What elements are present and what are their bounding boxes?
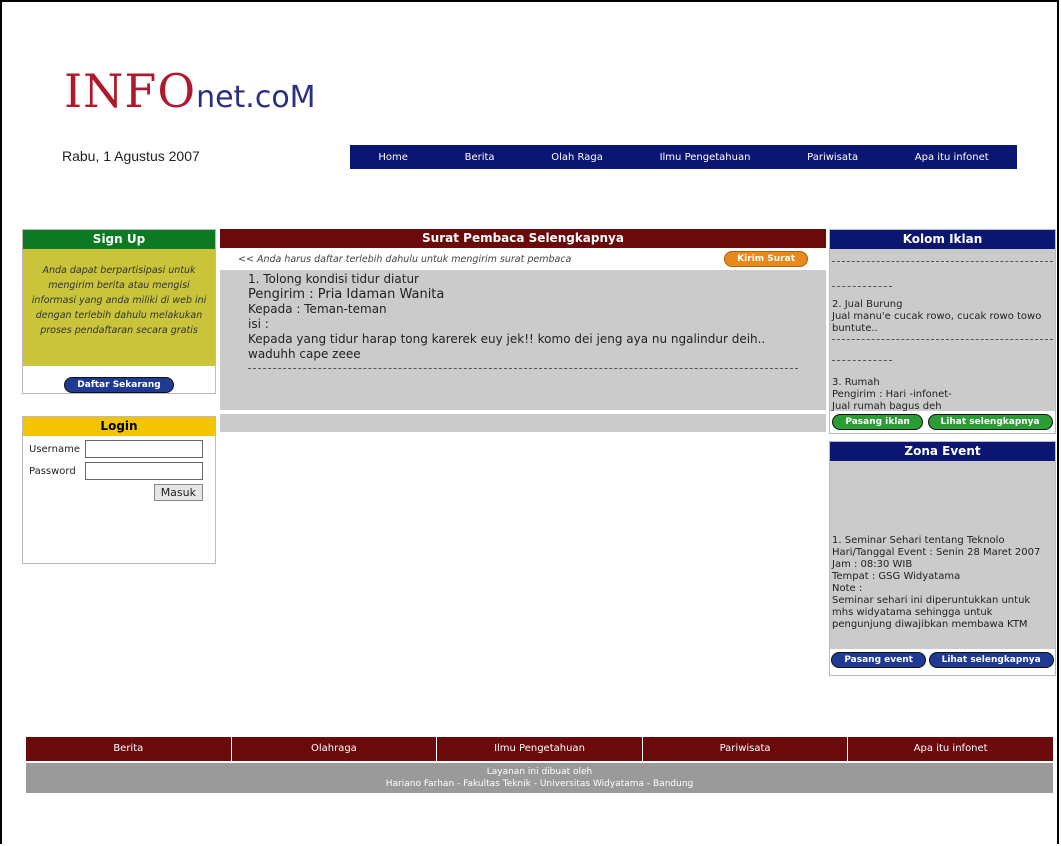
- event-date: Hari/Tanggal Event : Senin 28 Maret 2007: [832, 547, 1041, 558]
- footer-nav-berita[interactable]: Berita: [26, 737, 232, 761]
- footer-nav-olahraga[interactable]: Olahraga: [232, 737, 438, 761]
- nav-olah-raga[interactable]: Olah Raga: [523, 152, 631, 163]
- divider: [832, 286, 892, 287]
- letter-body-label: isi :: [248, 317, 269, 331]
- divider: [832, 261, 1053, 262]
- letter-heading: 1. Tolong kondisi tidur diatur: [248, 272, 419, 286]
- letter-content: 1. Tolong kondisi tidur diatur Pengirim …: [220, 270, 826, 410]
- more-ads-button[interactable]: Lihat selengkapnya: [927, 414, 1053, 430]
- nav-berita[interactable]: Berita: [436, 152, 523, 163]
- ad-item-title[interactable]: 2. Jual Burung: [832, 299, 1053, 311]
- nav-home[interactable]: Home: [350, 152, 436, 163]
- signup-text: Anda dapat berpartisipasi untuk mengirim…: [23, 249, 215, 366]
- main-title: Surat Pembaca Selengkapnya: [220, 229, 826, 248]
- top-navigation: Home Berita Olah Raga Ilmu Pengetahuan P…: [350, 145, 1017, 169]
- footer-nav-pariwisata[interactable]: Pariwisata: [643, 737, 849, 761]
- divider: [832, 360, 892, 361]
- ad-item-title[interactable]: 3. Rumah: [832, 377, 1053, 389]
- event-list: 1. Seminar Sehari tentang Teknolo Hari/T…: [830, 461, 1055, 649]
- footer-nav-ilmu-pengetahuan[interactable]: Ilmu Pengetahuan: [437, 737, 643, 761]
- credit-line-1: Layanan ini dibuat oleh: [486, 767, 593, 777]
- register-notice: << Anda harus daftar terlebih dahulu unt…: [238, 253, 572, 265]
- ad-item-text: Jual rumah bagus deh: [832, 401, 942, 411]
- signup-panel: Sign Up Anda dapat berpartisipasi untuk …: [22, 229, 216, 394]
- event-note: Seminar sehari ini diperuntukkan untuk m…: [832, 595, 1031, 630]
- event-note-label: Note :: [832, 583, 863, 594]
- nav-ilmu-pengetahuan[interactable]: Ilmu Pengetahuan: [631, 152, 779, 163]
- nav-apa-itu-infonet[interactable]: Apa itu infonet: [886, 152, 1017, 163]
- current-date: Rabu, 1 Agustus 2007: [62, 148, 200, 164]
- site-logo[interactable]: INFOnet.coM: [64, 68, 316, 114]
- ad-item-sender: Pengirim : Hari -infonet-: [832, 389, 952, 400]
- letter-body: Kepada yang tidur harap tong karerek euy…: [248, 332, 766, 361]
- ads-panel: Kolom Iklan 2. Jual Burung Jual manu'e c…: [829, 229, 1056, 434]
- event-panel: Zona Event 1. Seminar Sehari tentang Tek…: [829, 441, 1056, 676]
- event-place: Tempat : GSG Widyatama: [832, 571, 961, 582]
- login-submit-button[interactable]: Masuk: [153, 484, 203, 501]
- send-letter-button[interactable]: Kirim Surat: [724, 251, 808, 267]
- password-input[interactable]: [85, 462, 203, 480]
- password-label: Password: [29, 465, 76, 477]
- login-title: Login: [23, 417, 215, 436]
- footer-navigation: Berita Olahraga Ilmu Pengetahuan Pariwis…: [26, 737, 1053, 761]
- username-input[interactable]: [85, 440, 203, 458]
- divider: [248, 368, 798, 369]
- event-title: Zona Event: [830, 442, 1055, 461]
- footer-credit: Layanan ini dibuat oleh Hariano Farhan -…: [26, 763, 1053, 793]
- logo-main: INFO: [64, 64, 197, 118]
- main-content: Surat Pembaca Selengkapnya << Anda harus…: [220, 229, 826, 432]
- logo-sub: net.coM: [196, 80, 316, 115]
- ads-list: 2. Jual Burung Jual manu'e cucak rowo, c…: [830, 249, 1055, 411]
- signup-title: Sign Up: [23, 230, 215, 249]
- credit-line-2: Hariano Farhan - Fakultas Teknik - Unive…: [385, 779, 694, 789]
- username-label: Username: [29, 443, 80, 455]
- divider: [832, 339, 1053, 340]
- register-button[interactable]: Daftar Sekarang: [64, 377, 174, 393]
- post-ad-button[interactable]: Pasang iklan: [832, 414, 923, 430]
- post-event-button[interactable]: Pasang event: [831, 652, 926, 668]
- ad-item-text: Jual manu'e cucak rowo, cucak rowo towo …: [832, 311, 1042, 334]
- nav-pariwisata[interactable]: Pariwisata: [779, 152, 887, 163]
- event-item-title[interactable]: 1. Seminar Sehari tentang Teknolo: [832, 535, 1053, 547]
- login-panel: Login Username Password Masuk: [22, 416, 216, 564]
- footer-nav-apa-itu-infonet[interactable]: Apa itu infonet: [848, 737, 1053, 761]
- letter-sender: Pengirim : Pria Idaman Wanita: [248, 287, 445, 302]
- more-events-button[interactable]: Lihat selengkapnya: [928, 652, 1054, 668]
- content-footer-bar: [220, 414, 826, 432]
- letter-recipient: Kepada : Teman-teman: [248, 302, 387, 316]
- event-time: Jam : 08:30 WIB: [832, 559, 913, 570]
- ads-title: Kolom Iklan: [830, 230, 1055, 249]
